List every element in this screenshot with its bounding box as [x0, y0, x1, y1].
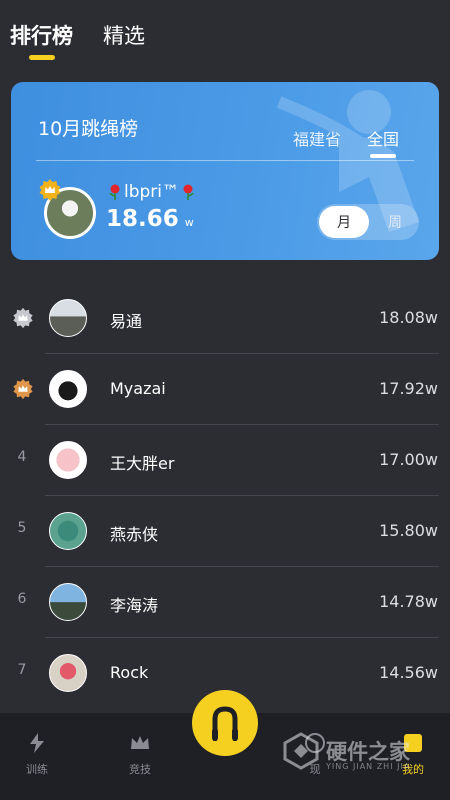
- rank-row-5[interactable]: 5 燕赤侠 15.80w: [0, 496, 450, 567]
- region-tab-national[interactable]: 全国: [366, 126, 399, 158]
- rank-score: 17.00w: [379, 450, 438, 469]
- region-tab-province[interactable]: 福建省: [293, 126, 341, 150]
- region-tab-province-label: 福建省: [292, 130, 341, 149]
- my-name-text: lbpri™: [124, 182, 180, 202]
- period-month-button[interactable]: 月: [319, 206, 369, 238]
- rank-row-4[interactable]: 4 王大胖er 17.00w: [0, 425, 450, 496]
- rank-number: 6: [17, 591, 27, 607]
- avatar: [49, 512, 87, 550]
- my-rank-card: 10月跳绳榜 福建省 全国 lbpri™ 18.66 w 月 周: [11, 82, 439, 260]
- ranking-list: 易通 18.08w Myazai 17.92w 4 王大胖er 17.00w 5…: [0, 283, 450, 709]
- silver-medal-icon: [13, 307, 33, 329]
- rank-name: Rock: [110, 663, 149, 682]
- avatar: [49, 370, 87, 408]
- rank-score: 17.92w: [379, 379, 438, 398]
- rank-score: 14.56w: [379, 663, 438, 682]
- avatar: [49, 654, 87, 692]
- my-score-unit: w: [184, 216, 194, 229]
- rank-score: 15.80w: [379, 521, 438, 540]
- nav-compete-label: 竞技: [129, 763, 151, 776]
- period-week-button[interactable]: 周: [375, 206, 415, 238]
- avatar: [49, 441, 87, 479]
- rank-name: 李海涛: [110, 596, 159, 615]
- rank-row-2[interactable]: 易通 18.08w: [0, 283, 450, 354]
- rose-icon: [183, 184, 194, 200]
- start-jump-button[interactable]: [192, 690, 258, 756]
- active-tab-indicator: [28, 55, 55, 60]
- tab-leaderboard-label: 排行榜: [10, 24, 73, 48]
- my-name: lbpri™: [108, 182, 195, 202]
- region-tab-national-label: 全国: [366, 130, 399, 149]
- rank-score: 18.08w: [379, 308, 438, 327]
- leaderboard-title: 10月跳绳榜: [38, 118, 139, 140]
- watermark-logo-icon: [283, 732, 319, 770]
- jump-rope-icon: [212, 706, 238, 741]
- bronze-medal-icon: [13, 378, 33, 400]
- region-tabs: 福建省 全国: [293, 126, 399, 158]
- rose-icon: [109, 184, 120, 200]
- rank-number: 7: [17, 662, 27, 678]
- watermark-subtext: YING JIAN ZHI JIA: [326, 762, 411, 771]
- tab-featured-label: 精选: [103, 24, 145, 48]
- nav-train-label: 训练: [26, 763, 48, 776]
- tab-featured[interactable]: 精选: [103, 20, 145, 60]
- avatar: [49, 299, 87, 337]
- gold-crown-icon: [39, 179, 61, 201]
- nav-compete[interactable]: 竞技: [110, 731, 170, 777]
- rank-name: 易通: [110, 312, 143, 331]
- my-score: 18.66 w: [106, 206, 194, 232]
- my-score-value: 18.66: [106, 206, 179, 232]
- rank-name: 燕赤侠: [110, 525, 159, 544]
- rank-row-6[interactable]: 6 李海涛 14.78w: [0, 567, 450, 638]
- period-toggle: 月 周: [317, 204, 419, 240]
- rank-score: 14.78w: [379, 592, 438, 611]
- card-divider: [36, 160, 414, 161]
- watermark: 硬件之家 YING JIAN ZHI JIA: [282, 732, 411, 771]
- tab-leaderboard[interactable]: 排行榜: [10, 20, 73, 60]
- rank-number: 4: [17, 449, 27, 465]
- top-tabs: 排行榜 精选: [10, 20, 145, 60]
- rank-name: Myazai: [110, 379, 166, 398]
- region-active-indicator: [369, 154, 396, 158]
- rank-name: 王大胖er: [110, 454, 175, 473]
- nav-train[interactable]: 训练: [7, 731, 67, 777]
- rank-row-3[interactable]: Myazai 17.92w: [0, 354, 450, 425]
- lightning-icon: [30, 733, 44, 753]
- rank-number: 5: [17, 520, 27, 536]
- crown-icon: [131, 736, 149, 749]
- avatar: [49, 583, 87, 621]
